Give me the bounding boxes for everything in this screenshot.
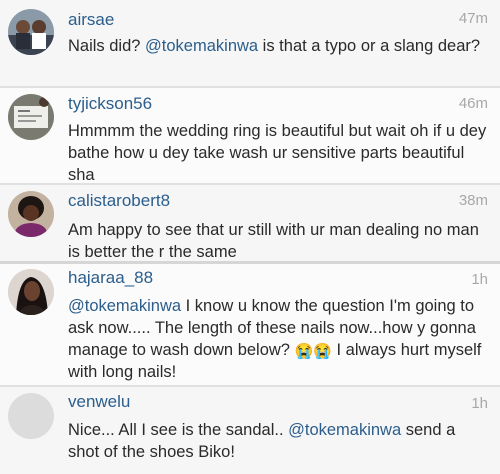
comment-username[interactable]: venwelu: [68, 392, 130, 412]
avatar[interactable]: [8, 9, 54, 55]
comment-text: Am happy to see that ur still with ur ma…: [68, 221, 479, 261]
comment-timestamp: 1h: [471, 271, 488, 288]
mention-link[interactable]: @tokemakinwa: [145, 37, 258, 55]
comments-feed: airsae 47m Nails did? @tokemakinwa is th…: [0, 0, 500, 474]
comment-text: Hmmmm the wedding ring is beautiful but …: [68, 122, 487, 184]
comment-item: tyjickson56 46m Hmmmm the wedding ring i…: [0, 88, 500, 184]
mention-link[interactable]: @tokemakinwa: [288, 421, 401, 439]
comment-username[interactable]: airsae: [68, 10, 114, 30]
comment-timestamp: 47m: [458, 10, 488, 27]
comment-item: calistarobert8 38m Am happy to see that …: [0, 185, 500, 262]
avatar[interactable]: [8, 269, 54, 315]
comment-username[interactable]: tyjickson56: [68, 94, 152, 114]
crying-face-emoji-icon: 😭😭: [294, 343, 332, 360]
avatar[interactable]: [8, 94, 54, 140]
comment-text: Nails did? @tokemakinwa is that a typo o…: [68, 37, 481, 55]
avatar[interactable]: [8, 191, 54, 237]
comment-item: airsae 47m Nails did? @tokemakinwa is th…: [0, 0, 500, 87]
comment-username[interactable]: calistarobert8: [68, 191, 170, 211]
comment-text: @tokemakinwa I know u know the question …: [68, 297, 482, 381]
comment-text: Nice... All I see is the sandal.. @tokem…: [68, 421, 456, 461]
mention-link[interactable]: @tokemakinwa: [68, 297, 181, 315]
comment-username[interactable]: hajaraa_88: [68, 268, 153, 288]
comment-item: hajaraa_88 1h @tokemakinwa I know u know…: [0, 264, 500, 386]
comment-timestamp: 1h: [471, 395, 488, 412]
comment-timestamp: 38m: [458, 192, 488, 209]
comment-timestamp: 46m: [458, 95, 488, 112]
avatar[interactable]: [8, 393, 54, 439]
comment-item: venwelu 1h Nice... All I see is the sand…: [0, 387, 500, 474]
